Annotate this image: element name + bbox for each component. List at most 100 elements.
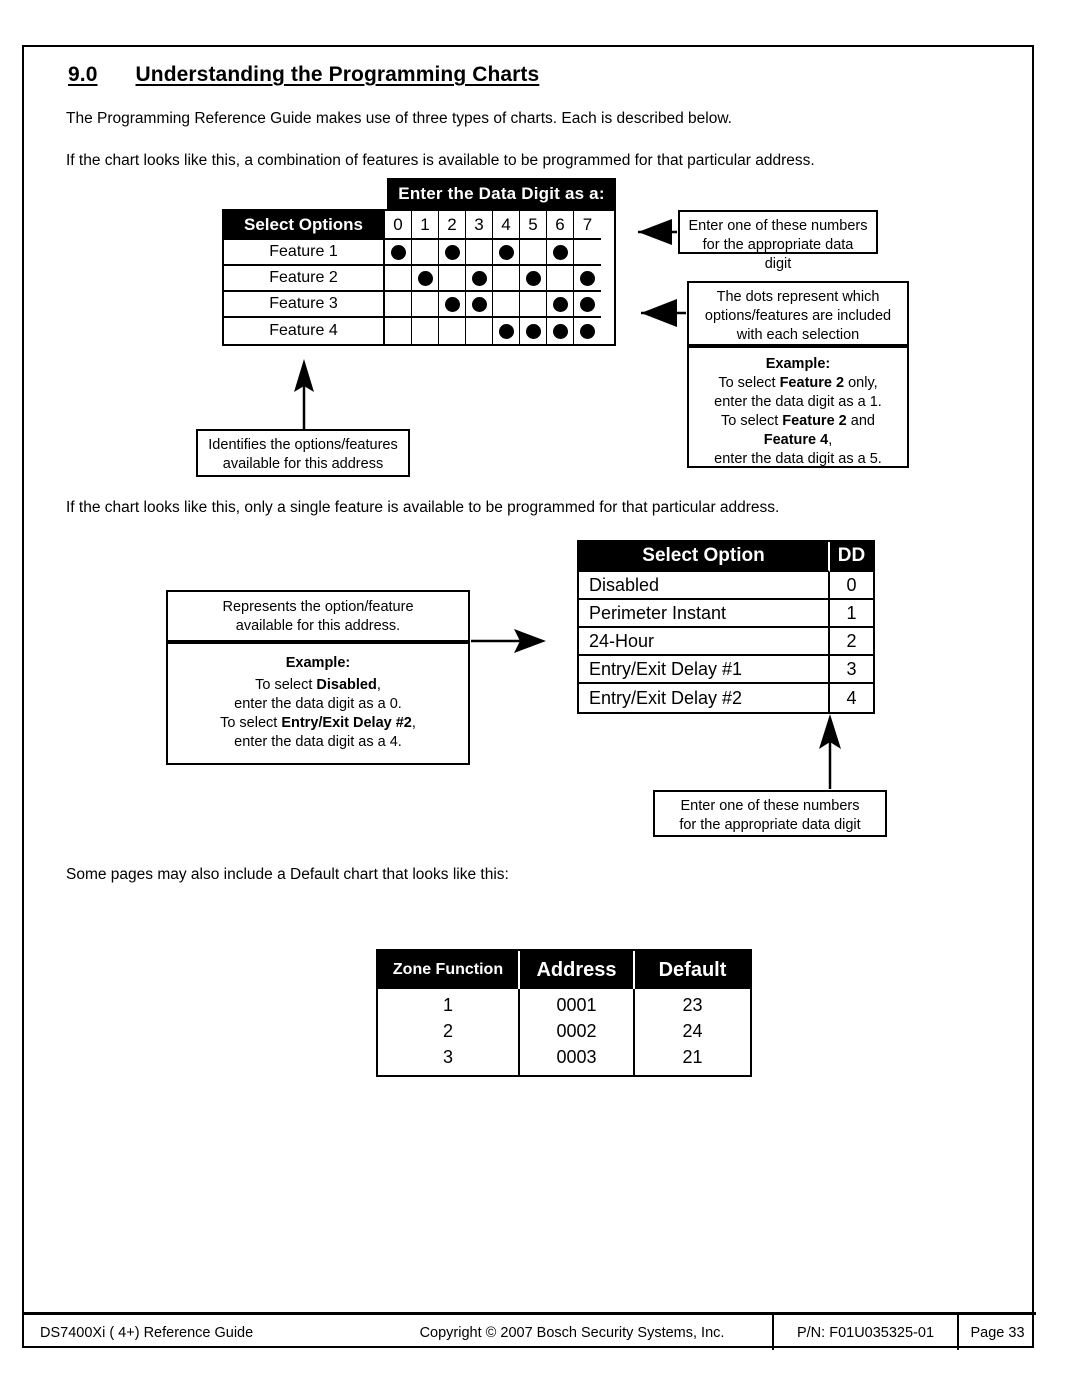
address-column: 0001 0002 0003 [520,989,635,1075]
section-title: Understanding the Programming Charts [135,63,540,86]
option-dd: 3 [830,656,873,684]
default-chart-header-row: Zone Function Address Default [378,951,750,989]
digit-header-5: 5 [520,211,547,240]
selection-dot [498,323,514,339]
callout-line: available for this address [222,456,384,472]
arrow-to-dd-column [819,714,841,789]
text-part: only, [844,375,878,391]
arrow-to-digit-header [638,219,677,245]
selection-dot [525,270,541,286]
option-label: Entry/Exit Delay #2 [579,684,830,712]
default-value: 21 [682,1046,703,1067]
dot-cell [547,292,574,318]
text-emphasis: Entry/Exit Delay #2 [281,715,412,731]
default-chart-paragraph: Some pages may also include a Default ch… [66,866,509,883]
dot-cell [574,266,601,292]
text-part: To select [220,715,282,731]
callout-identifies-options: Identifies the options/features availabl… [196,429,410,477]
dot-cell [439,292,466,318]
callout-line: enter the data digit as a 5. [714,451,882,467]
callout-line: To select Feature 2 and [697,412,899,431]
selection-dot [580,296,595,312]
intro-paragraph: The Programming Reference Guide makes us… [66,110,732,127]
default-value: 23 [682,994,703,1015]
selection-dot [444,296,460,312]
zone-function-header: Zone Function [378,951,520,989]
table-row: Feature 1 [224,240,614,266]
digit-header-6: 6 [547,211,574,240]
option-label: Perimeter Instant [579,600,830,628]
digit-header-3: 3 [466,211,493,240]
dot-cell [466,318,493,344]
dot-cell [412,240,439,266]
feature-matrix-chart: Enter the Data Digit as a: Select Option… [222,178,616,346]
zone-function-value: 2 [442,1020,453,1041]
text-part: , [411,715,416,731]
dot-cell [547,240,574,266]
option-dd: 2 [830,628,873,656]
callout-line: To select Feature 2 only, [697,374,899,393]
selection-dot [444,244,460,260]
default-value: 24 [682,1020,703,1041]
callout-line: To select Disabled, [176,676,460,695]
dot-cell [439,266,466,292]
single-option-header-row: Select Option DD [579,542,873,572]
text-part: To select [718,375,780,391]
footer-part-number: P/N: F01U035325-01 [772,1315,957,1350]
callout-represents-option: Represents the option/feature available … [166,590,470,642]
default-column: 23 24 21 [635,989,750,1075]
option-label: Entry/Exit Delay #1 [579,656,830,684]
dot-cell [520,292,547,318]
callout-line: for the appropriate data digit [679,817,861,833]
table-row: Feature 4 [224,318,614,344]
arrow-to-select-options [294,359,314,429]
selection-dot [498,244,514,260]
dot-cell [574,292,601,318]
callout-line: The dots represent which [716,289,880,305]
feature-label: Feature 1 [224,240,385,266]
callout-enter-numbers-top: Enter one of these numbers for the appro… [678,210,878,272]
dot-cell [412,266,439,292]
footer-guide-name: DS7400Xi ( 4+) Reference Guide [40,1324,254,1341]
dot-cell [385,240,412,266]
callout-line: enter the data digit as a 0. [234,696,402,712]
table-row: Disabled 0 [579,572,873,600]
dot-cell [466,292,493,318]
digit-header-2: 2 [439,211,466,240]
zone-function-value: 1 [442,994,453,1015]
feature-label: Feature 4 [224,318,385,344]
dot-cell [385,318,412,344]
callout-line: Enter one of these numbers [680,798,860,814]
arrow-to-option-table [471,629,546,653]
default-chart: Zone Function Address Default 1 2 3 0001… [376,949,752,1077]
text-part: , [828,432,833,448]
digit-header-0: 0 [385,211,412,240]
callout-line: with each selection [736,327,860,343]
selection-dot [471,296,487,312]
single-option-chart: Select Option DD Disabled 0 Perimeter In… [577,540,875,714]
dot-cell [493,318,520,344]
selection-dot [552,296,568,312]
default-header: Default [658,958,727,981]
address-value: 0003 [556,1046,597,1067]
dot-cell [547,318,574,344]
dot-cell [412,292,439,318]
table-row: Entry/Exit Delay #2 4 [579,684,873,712]
dot-cell [466,240,493,266]
digit-header-4: 4 [493,211,520,240]
feature-matrix-top-spacer [222,178,387,209]
callout-line: enter the data digit as a 1. [714,394,882,410]
callout-example-1: Example: To select Feature 2 only, enter… [687,346,909,468]
callout-line: available for this address. [235,618,401,634]
callout-example-2: Example: To select Disabled, enter the d… [166,642,470,765]
callout-line: Identifies the options/features [208,437,398,453]
option-dd: 4 [846,687,857,708]
callout-line: Feature 4, [697,431,899,450]
text-emphasis: Feature 4 [763,432,829,448]
text-part: To select [721,413,783,429]
arrow-to-dots [641,299,686,327]
selection-dot [471,270,487,286]
example-title: Example: [765,356,831,372]
dot-cell [439,240,466,266]
feature-matrix-header-row: Select Options 0 1 2 3 4 5 6 7 [224,211,614,240]
